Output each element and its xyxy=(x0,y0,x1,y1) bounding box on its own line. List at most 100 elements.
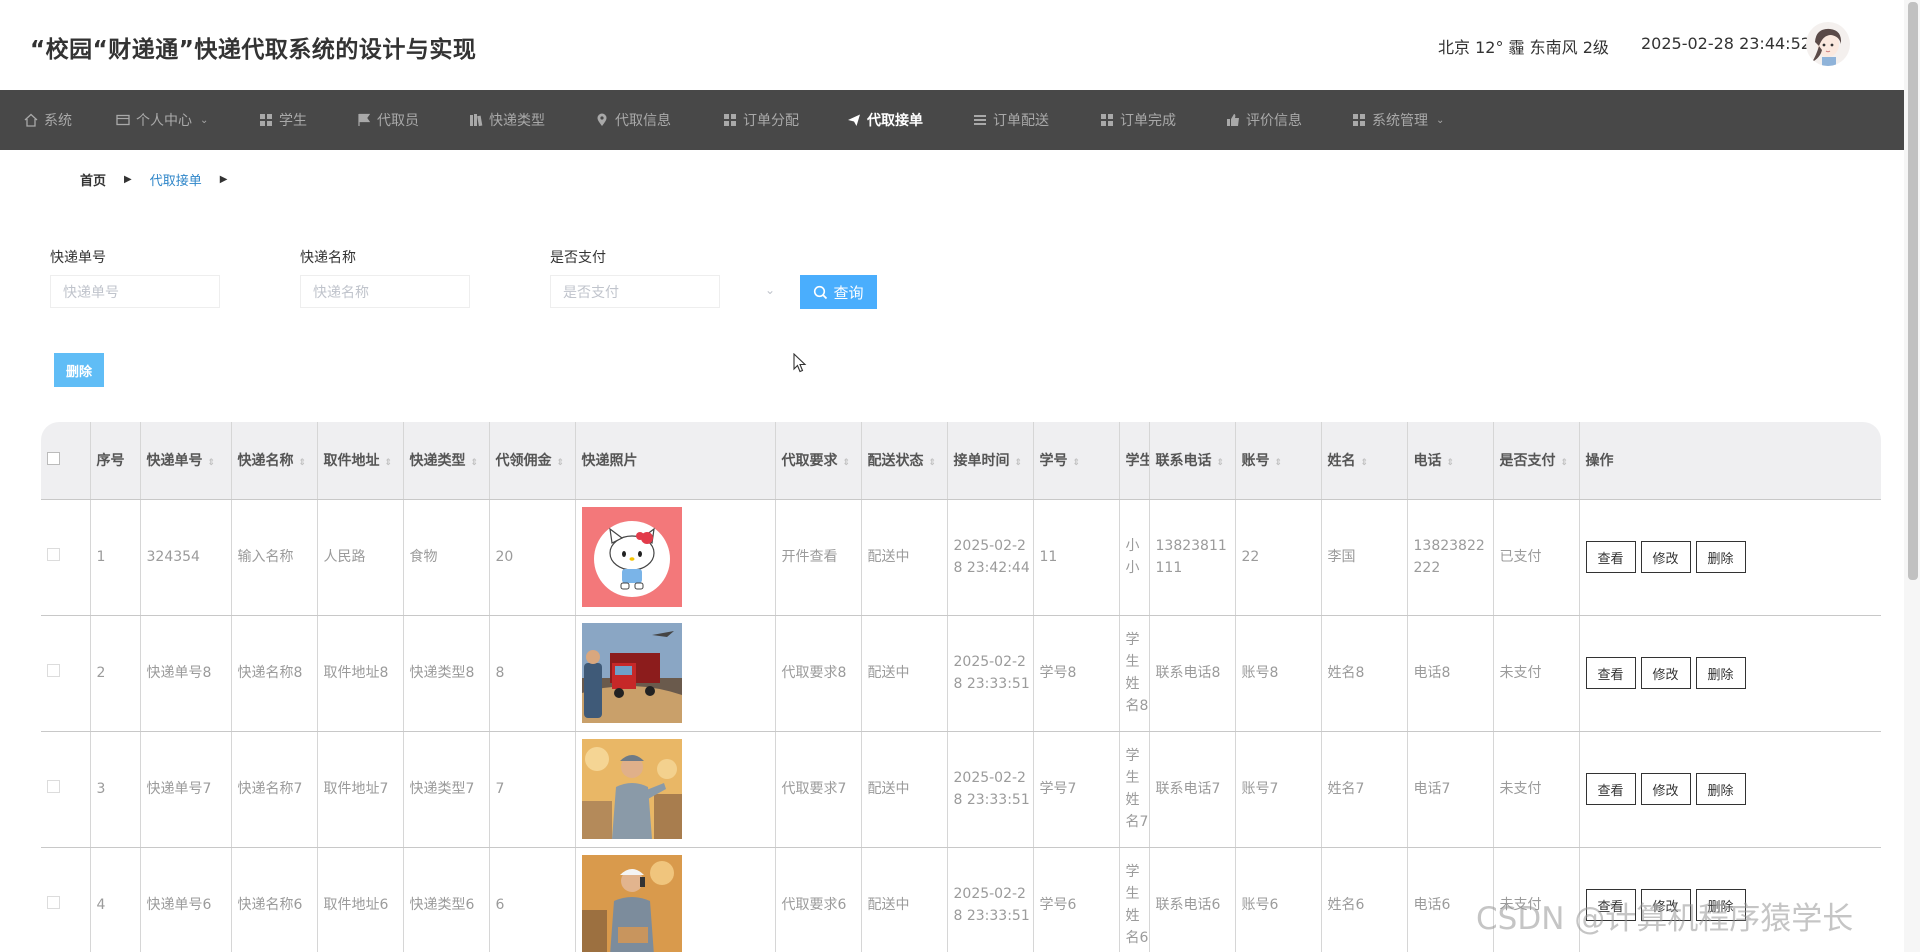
cell-name: 快递名称6 xyxy=(231,847,318,952)
nav-item-personal-center[interactable]: 个人中心 ⌄ xyxy=(116,90,208,150)
express-name-label: 快递名称 xyxy=(300,250,356,266)
nav-item-system-admin[interactable]: 系统管理 ⌄ xyxy=(1352,90,1444,150)
cell-requirement: 代取要求7 xyxy=(775,731,862,848)
grid-icon xyxy=(1101,114,1113,126)
column-header[interactable]: 姓名 ⇕ xyxy=(1321,422,1408,500)
cell-contact: 联系电话6 xyxy=(1149,847,1236,952)
column-header: 操作 xyxy=(1579,422,1881,500)
nav-item-courier[interactable]: 代取员 xyxy=(357,90,419,150)
paper-plane-icon xyxy=(848,114,860,126)
column-header[interactable]: 代取要求 ⇕ xyxy=(775,422,862,500)
column-header[interactable]: 取件地址 ⇕ xyxy=(317,422,404,500)
select-all-checkbox[interactable] xyxy=(41,422,91,500)
cell-address: 取件地址6 xyxy=(317,847,404,952)
cell-status: 配送中 xyxy=(861,499,948,616)
column-header[interactable]: 接单时间 ⇕ xyxy=(947,422,1034,500)
cell-index: 1 xyxy=(90,499,141,616)
cell-requirement: 代取要求6 xyxy=(775,847,862,952)
nav-item-order-delivery[interactable]: 订单配送 xyxy=(973,90,1049,150)
cell-requirement: 开件查看 xyxy=(775,499,862,616)
cell-tracking-no: 324354 xyxy=(140,499,232,616)
sort-icon: ⇕ xyxy=(1360,458,1369,469)
batch-delete-button[interactable]: 删除 xyxy=(54,353,104,387)
sort-icon: ⇕ xyxy=(298,458,307,469)
column-header[interactable]: 电话 ⇕ xyxy=(1407,422,1494,500)
column-header[interactable]: 代领佣金 ⇕ xyxy=(489,422,576,500)
nav-item-system[interactable]: 系统 xyxy=(24,90,72,150)
cell-actions: 查看 修改 删除 xyxy=(1579,499,1881,616)
row-checkbox[interactable] xyxy=(41,731,91,848)
main-nav: 系统 个人中心 ⌄ 学生 代取员 快递类型 代取信息 订单分配 代取接单 订单配… xyxy=(0,90,1904,150)
cell-time: 2025-02-28 23:42:44 xyxy=(947,499,1034,616)
column-header: 序号 xyxy=(90,422,141,500)
cell-address: 取件地址8 xyxy=(317,615,404,732)
cell-requirement: 代取要求8 xyxy=(775,615,862,732)
column-header[interactable]: 学生 xyxy=(1119,422,1150,500)
column-header: 快递照片 xyxy=(575,422,776,500)
delete-button[interactable]: 删除 xyxy=(1695,541,1746,573)
table-header-row: 序号 快递单号 ⇕ 快递名称 ⇕ 取件地址 ⇕ 快递类型 ⇕ 代领佣金 ⇕ 快递照片 代取… xyxy=(41,422,1881,500)
breadcrumb-current[interactable]: 代取接单 xyxy=(150,170,202,189)
column-header[interactable]: 配送状态 ⇕ xyxy=(861,422,948,500)
orders-table: 序号 快递单号 ⇕ 快递名称 ⇕ 取件地址 ⇕ 快递类型 ⇕ 代领佣金 ⇕ 快递照片 代取… xyxy=(41,422,1881,952)
nav-item-order-assign[interactable]: 订单分配 xyxy=(723,90,799,150)
scrollbar-thumb[interactable] xyxy=(1908,2,1918,580)
cell-photo xyxy=(575,499,776,616)
row-checkbox[interactable] xyxy=(41,847,91,952)
user-avatar[interactable] xyxy=(1806,22,1850,66)
cell-type: 快递类型7 xyxy=(403,731,490,848)
row-checkbox[interactable] xyxy=(41,499,91,616)
column-header[interactable]: 学号 ⇕ xyxy=(1033,422,1120,500)
column-header[interactable]: 联系电话 ⇕ xyxy=(1149,422,1236,500)
column-header[interactable]: 快递单号 ⇕ xyxy=(140,422,232,500)
cell-phone: 13823822222 xyxy=(1407,499,1494,616)
query-button[interactable]: 查询 xyxy=(800,275,877,309)
edit-button[interactable]: 修改 xyxy=(1640,541,1691,573)
cell-real-name: 李国 xyxy=(1321,499,1408,616)
view-button[interactable]: 查看 xyxy=(1585,541,1636,573)
cell-student-no: 11 xyxy=(1033,499,1120,616)
paid-status-select[interactable] xyxy=(550,275,720,308)
nav-item-reviews[interactable]: 评价信息 xyxy=(1226,90,1302,150)
view-button[interactable]: 查看 xyxy=(1585,773,1636,805)
delete-button[interactable]: 删除 xyxy=(1695,657,1746,689)
chevron-right-icon: ▶ xyxy=(219,174,228,185)
delete-button[interactable]: 删除 xyxy=(1695,773,1746,805)
nav-item-pickup-orders[interactable]: 代取接单 xyxy=(847,90,923,150)
view-button[interactable]: 查看 xyxy=(1585,657,1636,689)
nav-item-order-complete[interactable]: 订单完成 xyxy=(1100,90,1176,150)
csdn-watermark: CSDN @计算机程序猿学长 xyxy=(1476,901,1854,937)
id-card-icon xyxy=(116,114,130,126)
sort-icon: ⇕ xyxy=(928,458,937,469)
column-header[interactable]: 快递类型 ⇕ xyxy=(403,422,490,500)
express-name-input[interactable] xyxy=(300,275,470,308)
chevron-down-icon[interactable]: ⌄ xyxy=(765,283,775,297)
sort-icon: ⇕ xyxy=(1560,458,1569,469)
nav-item-label: 代取员 xyxy=(377,113,419,129)
nav-item-express-type[interactable]: 快递类型 xyxy=(469,90,545,150)
cell-index: 4 xyxy=(90,847,141,952)
sort-icon: ⇕ xyxy=(1446,458,1455,469)
column-header[interactable]: 是否支付 ⇕ xyxy=(1493,422,1580,500)
cell-contact: 13823811111 xyxy=(1149,499,1236,616)
column-header[interactable]: 快递名称 ⇕ xyxy=(231,422,318,500)
breadcrumb-home[interactable]: 首页 xyxy=(80,170,106,189)
app-title: “校园“财递通”快递代取系统的设计与实现 xyxy=(30,37,477,63)
mouse-cursor-icon xyxy=(793,353,807,373)
edit-button[interactable]: 修改 xyxy=(1640,657,1691,689)
cell-student: 学生姓名7 xyxy=(1119,731,1150,848)
nav-item-label: 订单完成 xyxy=(1120,113,1176,129)
cell-index: 2 xyxy=(90,615,141,732)
row-checkbox[interactable] xyxy=(41,615,91,732)
cell-name: 输入名称 xyxy=(231,499,318,616)
nav-item-student[interactable]: 学生 xyxy=(259,90,307,150)
courier-photo xyxy=(581,739,682,839)
table-row: 1 324354 输入名称 人民路 食物 20 开件查看 配送中 2025-02… xyxy=(41,499,1881,616)
nav-item-pickup-info[interactable]: 代取信息 xyxy=(595,90,671,150)
tracking-no-input[interactable] xyxy=(50,275,220,308)
column-header[interactable]: 账号 ⇕ xyxy=(1235,422,1322,500)
cell-commission: 7 xyxy=(489,731,576,848)
cell-status: 配送中 xyxy=(861,847,948,952)
edit-button[interactable]: 修改 xyxy=(1640,773,1691,805)
nav-item-label: 订单分配 xyxy=(743,113,799,129)
